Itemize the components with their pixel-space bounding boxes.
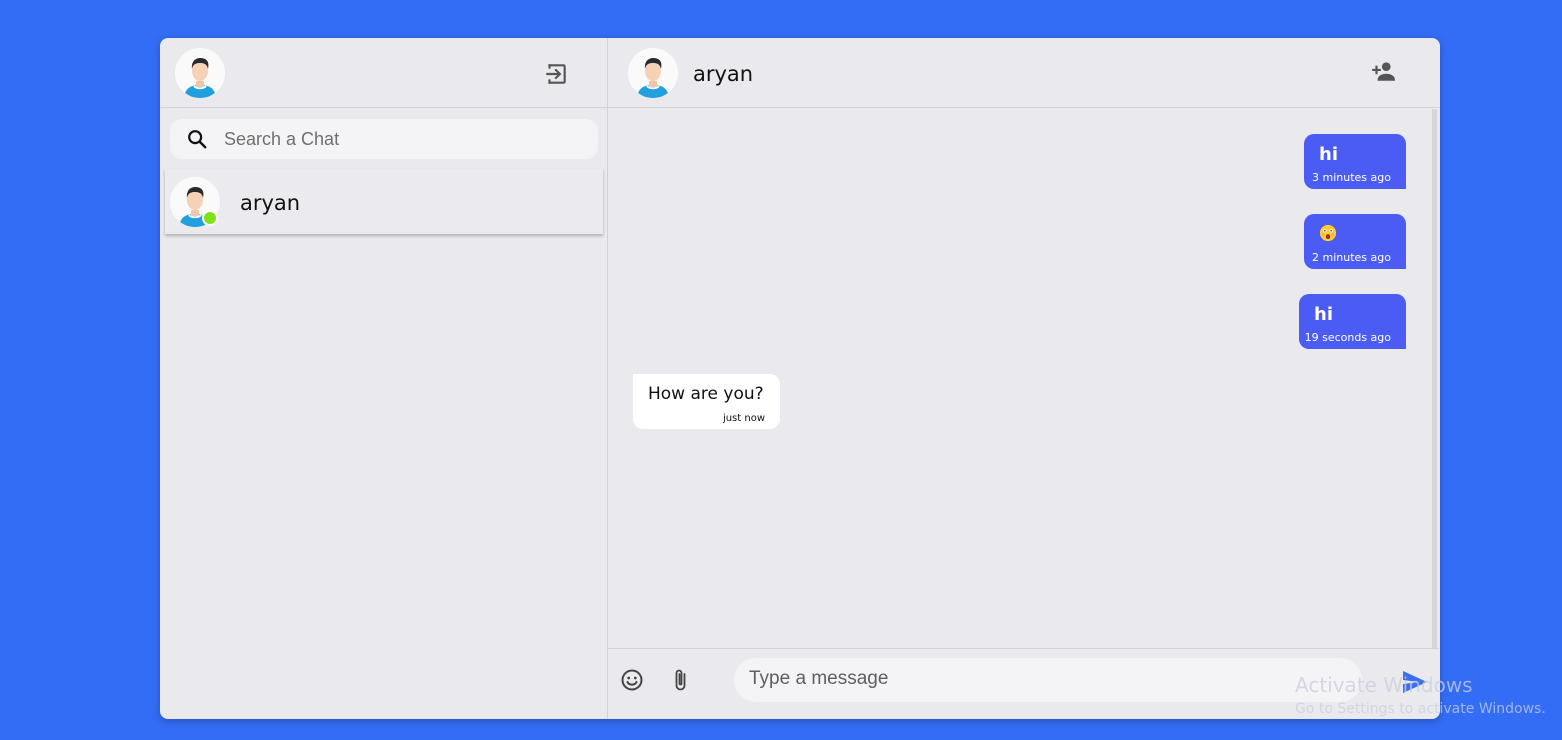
message-list: hi 3 minutes ago 2 minutes ago hi 19 sec… (608, 109, 1439, 648)
windows-activation-watermark: Activate Windows Go to Settings to activ… (1295, 673, 1546, 717)
search-icon (188, 130, 207, 149)
sidebar: aryan (160, 38, 608, 719)
sidebar-header (160, 38, 607, 108)
contact-avatar[interactable] (628, 48, 678, 98)
chat-header: aryan (608, 38, 1440, 108)
message-bubble-received: How are you? just now (633, 374, 780, 429)
add-user-button[interactable] (1370, 58, 1396, 84)
astonished-face-icon (1319, 224, 1337, 242)
message-time: 3 minutes ago (1312, 171, 1391, 184)
message-text: hi (1319, 144, 1338, 165)
user-avatar[interactable] (175, 48, 225, 98)
message-bubble-sent: hi 3 minutes ago (1304, 134, 1406, 189)
chat-item-name: aryan (240, 191, 301, 215)
online-status-dot (202, 210, 218, 226)
person-avatar-icon (175, 48, 225, 98)
emoji-button[interactable] (620, 668, 644, 692)
message-input-wrapper (734, 658, 1362, 702)
smiley-icon (621, 669, 643, 691)
person-avatar-icon (628, 48, 678, 98)
chat-list-item[interactable]: aryan (165, 169, 603, 234)
logout-icon (546, 64, 566, 84)
chat-panel: aryan hi 3 minutes ago 2 minutes ago hi … (608, 38, 1440, 719)
message-time: 19 seconds ago (1304, 331, 1391, 344)
watermark-subtitle: Go to Settings to activate Windows. (1295, 701, 1546, 717)
chat-app-window: aryan aryan (160, 38, 1440, 719)
logout-button[interactable] (543, 61, 569, 87)
search-input[interactable] (224, 128, 584, 150)
message-time: just now (722, 413, 765, 424)
chat-title: aryan (693, 62, 754, 86)
attach-button[interactable] (668, 668, 692, 692)
message-time: 2 minutes ago (1312, 251, 1391, 264)
person-add-icon (1372, 62, 1395, 81)
message-bubble-sent: hi 19 seconds ago (1299, 294, 1406, 349)
search-bar (170, 119, 598, 159)
message-bubble-sent: 2 minutes ago (1304, 214, 1406, 269)
message-text: How are you? (648, 384, 764, 404)
message-input[interactable] (749, 668, 1349, 690)
message-scrollbar[interactable] (1432, 109, 1437, 648)
paperclip-icon (675, 669, 686, 691)
watermark-title: Activate Windows (1295, 673, 1473, 697)
message-text: hi (1314, 304, 1333, 325)
